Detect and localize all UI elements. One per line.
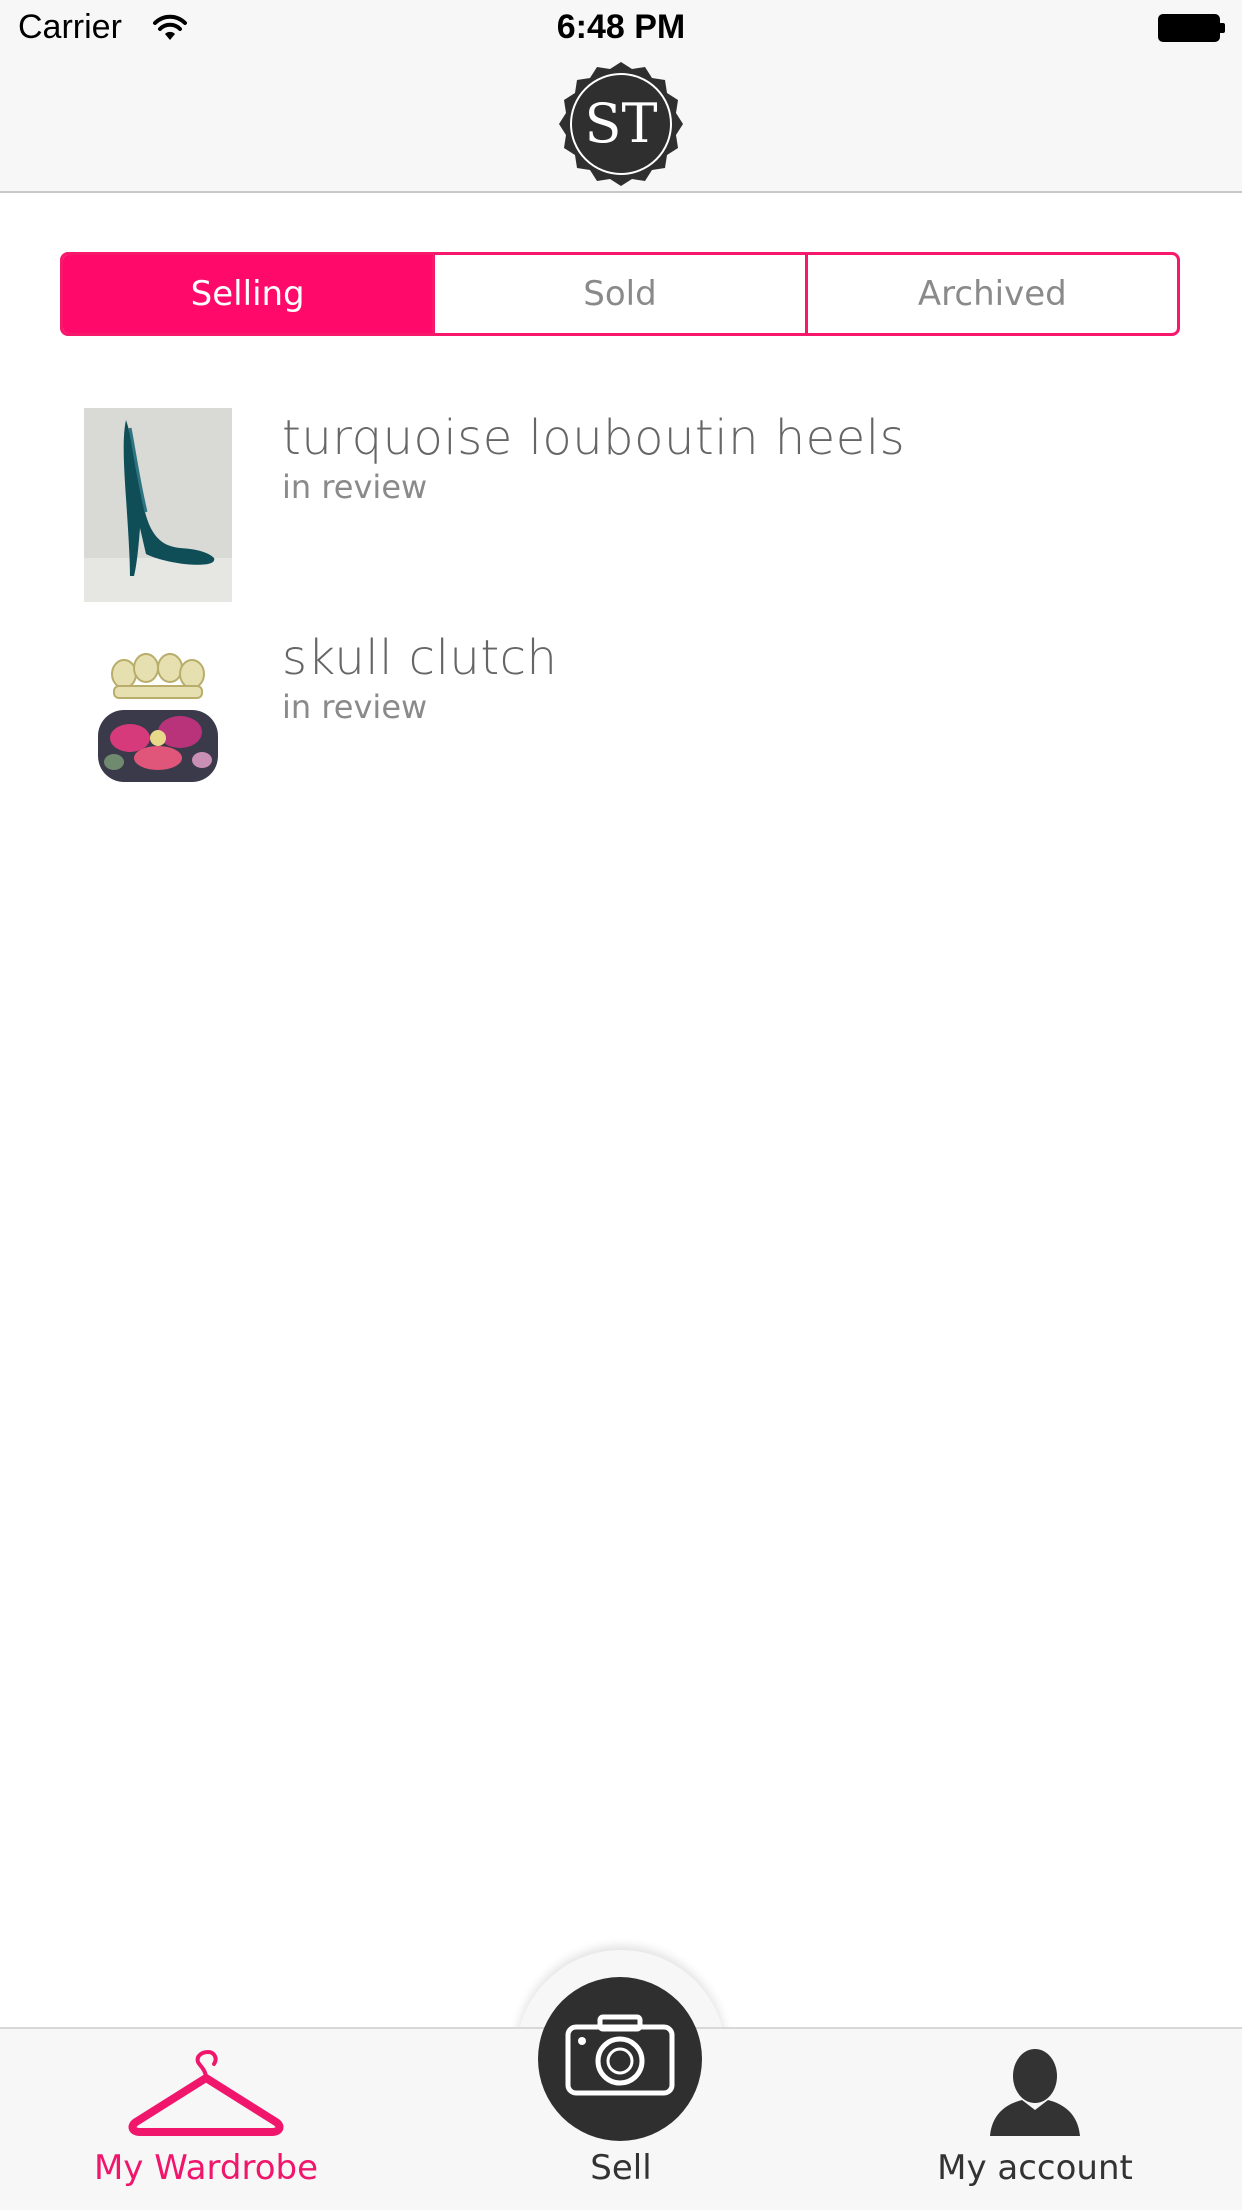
battery-icon [1158,14,1226,44]
item-title: skull clutch [282,630,558,686]
tab-my-wardrobe-label: My Wardrobe [93,2148,319,2188]
item-status: in review [282,688,428,726]
clock: 6:48 PM [556,8,686,46]
sell-camera-button[interactable] [538,1977,702,2141]
segment-sold[interactable]: Sold [432,255,804,333]
status-bar: Carrier 6:48 PM [0,0,1242,60]
person-icon [988,2048,1082,2142]
skull-clutch-photo [84,628,232,822]
tab-my-account[interactable]: My account [900,2040,1170,2200]
tab-my-account-label: My account [937,2148,1133,2188]
segment-archived[interactable]: Archived [804,255,1177,333]
tab-my-wardrobe[interactable]: My Wardrobe [60,2040,352,2200]
logo-text: ST [584,92,657,155]
camera-icon [564,2013,676,2101]
turquoise-heel-photo [84,408,232,602]
navigation-bar: ST [0,60,1242,193]
list-item[interactable]: turquoise louboutin heels in review [84,408,1184,608]
item-status: in review [282,468,428,506]
st-logo: ST [553,60,689,188]
list-item[interactable]: skull clutch in review [84,628,1184,828]
item-title: turquoise louboutin heels [282,410,906,466]
segment-selling[interactable]: Selling [63,255,433,333]
hanger-icon [128,2049,284,2142]
status-segmented-control: Selling Sold Archived [60,252,1180,336]
tab-sell-label[interactable]: Sell [521,2148,721,2188]
